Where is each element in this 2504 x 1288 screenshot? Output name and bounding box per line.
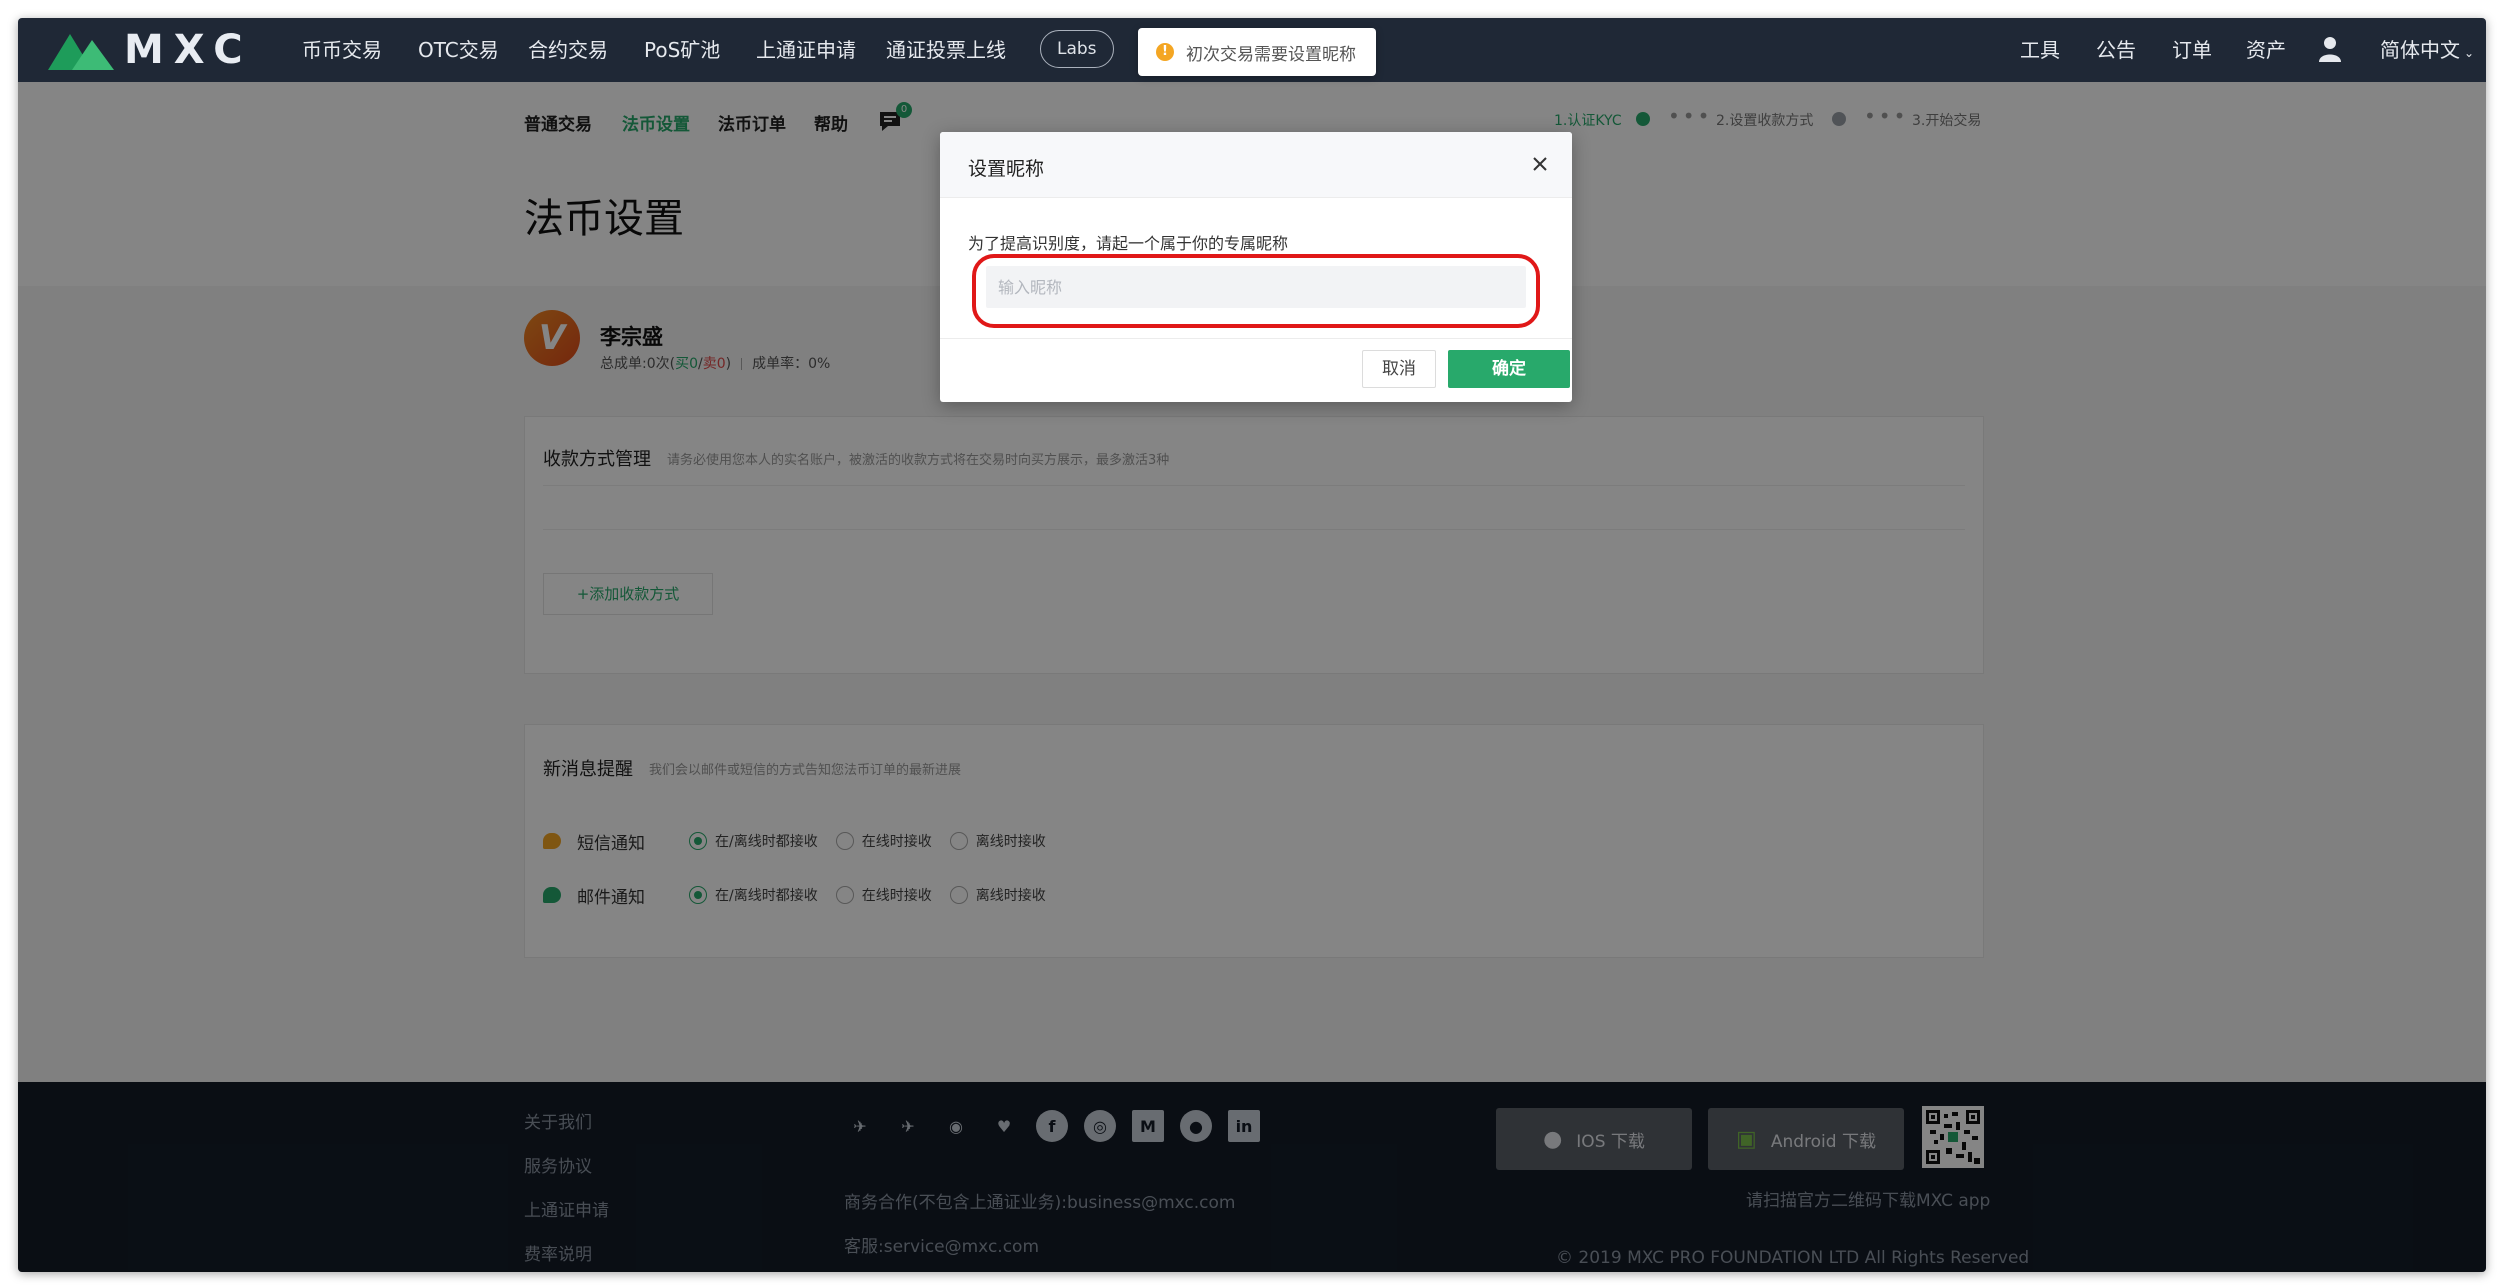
nav-assets[interactable]: 资产 (2246, 18, 2286, 82)
language-label: 简体中文 (2380, 38, 2460, 62)
warning-icon: ! (1156, 43, 1174, 61)
user-icon[interactable] (2318, 36, 2342, 62)
dialog-title: 设置昵称 (968, 158, 1045, 180)
nav-token-vote[interactable]: 通证投票上线 (886, 18, 1006, 82)
nav-token-apply[interactable]: 上通证申请 (756, 18, 856, 82)
mxc-logo-icon (48, 34, 114, 70)
nav-pos-pool[interactable]: PoS矿池 (644, 18, 720, 82)
divider (940, 338, 1572, 339)
cancel-button[interactable]: 取消 (1362, 350, 1436, 388)
dialog-header: 设置昵称 (940, 132, 1572, 198)
nav-labs[interactable]: Labs (1040, 30, 1114, 68)
nav-otc-trading[interactable]: OTC交易 (418, 18, 499, 82)
close-icon[interactable] (1530, 154, 1550, 174)
nav-announcements[interactable]: 公告 (2096, 18, 2136, 82)
mxc-logo[interactable]: MXC (48, 26, 253, 74)
dialog-description: 为了提高识别度，请起一个属于你的专属昵称 (968, 234, 1289, 253)
logo-text: MXC (124, 27, 253, 73)
nav-contract-trading[interactable]: 合约交易 (528, 18, 608, 82)
nav-spot-trading[interactable]: 币币交易 (302, 18, 382, 82)
toast-text: 初次交易需要设置昵称 (1186, 44, 1356, 65)
app-window: MXC 币币交易 OTC交易 合约交易 PoS矿池 上通证申请 通证投票上线 L… (18, 18, 2486, 1272)
chevron-down-icon: ⌄ (2464, 46, 2475, 60)
nav-tools[interactable]: 工具 (2020, 18, 2060, 82)
nickname-input[interactable] (986, 266, 1526, 308)
confirm-button[interactable]: 确定 (1448, 350, 1570, 388)
language-selector[interactable]: 简体中文 ⌄ (2380, 18, 2474, 82)
set-nickname-dialog: 设置昵称 为了提高识别度，请起一个属于你的专属昵称 取消 确定 (940, 132, 1572, 402)
nav-orders[interactable]: 订单 (2172, 18, 2212, 82)
toast-notification: ! 初次交易需要设置昵称 (1138, 28, 1376, 76)
